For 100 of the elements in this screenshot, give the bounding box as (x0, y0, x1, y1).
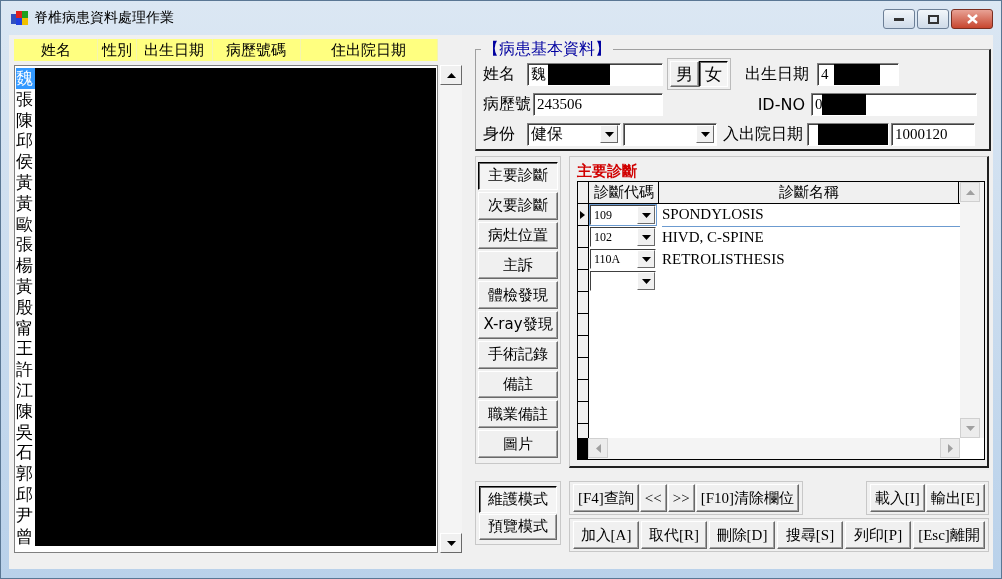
sex-toggle-button[interactable]: 女 (699, 61, 728, 87)
group-title: 【病患基本資料】 (481, 39, 613, 60)
toolbar-button[interactable]: [Esc]離開 (913, 521, 985, 549)
toolbar-button[interactable]: 刪除[D] (709, 521, 775, 549)
patient-name-cell[interactable]: 陳 (16, 109, 35, 131)
toolbar-button[interactable]: 搜尋[S] (777, 521, 843, 549)
row-indicator-cell[interactable] (578, 226, 589, 248)
patient-name-cell[interactable]: 歐 (16, 213, 35, 235)
section-tab[interactable]: 主訴 (478, 251, 558, 280)
patient-name-cell[interactable]: 殷 (16, 296, 35, 318)
dropdown-button[interactable] (637, 272, 655, 290)
scrollbar[interactable] (440, 65, 462, 553)
field-label: 出生日期 (745, 63, 810, 85)
code-dropdown[interactable] (590, 271, 656, 291)
redaction-block (834, 63, 880, 85)
text-field[interactable]: 243506 (533, 92, 663, 116)
caret-down-icon (965, 425, 975, 431)
section-title: 主要診斷 (577, 162, 638, 181)
mode-button[interactable]: 維護模式 (479, 486, 557, 513)
patient-name-cell[interactable]: 吳 (16, 421, 35, 443)
caret-right-icon (947, 443, 953, 453)
patient-name-cell[interactable]: 許 (16, 359, 35, 380)
code-dropdown[interactable]: 102 (590, 227, 656, 247)
row-indicator-cell[interactable] (578, 270, 589, 292)
section-tab[interactable]: 備註 (478, 370, 558, 399)
caret-up-icon (965, 189, 975, 195)
section-tab[interactable]: 主要診斷 (478, 162, 558, 190)
section-tab[interactable]: 病灶位置 (478, 221, 558, 250)
diagnosis-name-cell-text: HIVD, C-SPINE (662, 227, 765, 247)
diagnosis-name-cell-text: RETROLISTHESIS (662, 249, 786, 269)
patient-name-cell[interactable]: 甯 (16, 317, 35, 339)
toolbar-button[interactable]: 載入[I] (869, 484, 925, 512)
dropdown-button[interactable] (637, 250, 655, 268)
text-field[interactable] (807, 122, 889, 146)
section-tab[interactable]: 手術記錄 (478, 340, 558, 369)
caret-left-icon (595, 443, 601, 453)
field-label: 病歷號 (483, 93, 532, 115)
caret-down-icon (641, 212, 651, 218)
redaction-block (818, 123, 888, 145)
patient-name-cell[interactable]: 黃 (16, 192, 35, 214)
patient-name-cell[interactable]: 黃 (16, 275, 35, 297)
toolbar-button[interactable]: >> (667, 484, 695, 512)
minimize-icon (894, 17, 904, 21)
sex-toggle-button[interactable]: 男 (670, 61, 699, 87)
section-tab[interactable]: 圖片 (478, 430, 558, 458)
close-button[interactable] (951, 9, 993, 29)
mode-button[interactable]: 預覽模式 (479, 513, 557, 540)
redaction-block (548, 63, 610, 85)
patient-name-cell[interactable]: 陳 (16, 400, 35, 422)
field-label: 身份 (483, 123, 516, 145)
scroll-up-icon[interactable] (440, 65, 462, 85)
row-indicator-cell[interactable] (578, 248, 589, 270)
toolbar-button[interactable]: [F4]查詢 (573, 484, 639, 512)
text-field[interactable]: 魏 (527, 62, 663, 86)
code-dropdown[interactable]: 109 (590, 205, 656, 225)
app-icon (11, 10, 29, 26)
code-dropdown[interactable]: 110A (590, 249, 656, 269)
text-field[interactable]: 1000120 (891, 122, 975, 146)
patient-name-cell[interactable]: 張 (16, 88, 35, 110)
column-header: 住出院日期 (300, 39, 438, 61)
section-tab[interactable]: 次要診斷 (478, 191, 558, 220)
window-title: 脊椎病患資料處理作業 (34, 9, 174, 27)
minimize-button[interactable] (883, 9, 915, 29)
section-tab[interactable]: X-ray發現 (478, 311, 558, 339)
toolbar-button[interactable]: 加入[A] (573, 521, 639, 549)
row-indicator-cell[interactable] (578, 204, 589, 226)
patient-name-cell[interactable]: 侯 (16, 151, 35, 172)
patient-name-cell[interactable]: 尹 (16, 504, 35, 526)
field-label: ID-NO (756, 94, 805, 114)
section-tab[interactable]: 體檢發現 (478, 281, 558, 309)
patient-name-cell[interactable]: 黃 (16, 172, 35, 193)
column-header: 診斷代碼 (589, 182, 659, 203)
dropdown-button[interactable] (637, 228, 655, 246)
toolbar-button[interactable]: 輸出[E] (925, 484, 985, 512)
text-field[interactable]: 4 (817, 62, 899, 86)
patient-name-cell[interactable]: 石 (16, 442, 35, 464)
maximize-button[interactable] (917, 9, 949, 29)
toolbar-button[interactable]: 取代[R] (641, 521, 707, 549)
patient-name-cell[interactable]: 江 (16, 379, 35, 401)
identity-dropdown[interactable]: 健保 (527, 122, 621, 146)
scroll-down-icon[interactable] (440, 533, 462, 553)
caret-down-icon (641, 256, 651, 262)
patient-name-cell[interactable]: 楊 (16, 255, 35, 276)
column-header: 姓名 (14, 39, 98, 61)
section-tab[interactable]: 職業備註 (478, 400, 558, 429)
column-header: 出生日期 (136, 39, 213, 61)
patient-name-cell[interactable]: 曾 (16, 525, 35, 547)
patient-name-cell[interactable]: 郭 (16, 463, 35, 484)
text-field[interactable]: 0 (811, 92, 977, 116)
patient-name-cell[interactable]: 張 (16, 234, 35, 256)
patient-name-cell[interactable]: 邱 (16, 483, 35, 505)
dropdown-button[interactable] (637, 206, 655, 224)
caret-down-icon (700, 131, 710, 137)
patient-name-cell[interactable]: 邱 (16, 130, 35, 152)
toolbar-button[interactable]: << (639, 484, 667, 512)
column-header: 病歷號碼 (212, 39, 301, 61)
dropdown-field[interactable] (623, 122, 717, 146)
toolbar-button[interactable]: 列印[P] (845, 521, 911, 549)
toolbar-button[interactable]: [F10]清除欄位 (695, 484, 800, 512)
patient-name-cell[interactable]: 王 (16, 338, 35, 360)
